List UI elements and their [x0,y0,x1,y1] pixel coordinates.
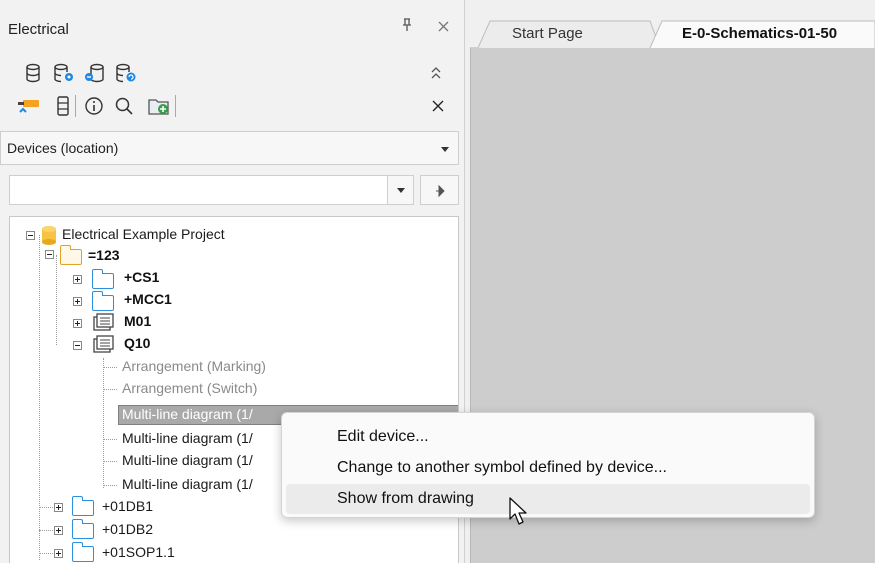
tree-child[interactable]: Arrangement (Switch) [122,380,257,396]
device-column-icon[interactable] [50,93,76,119]
tree-item[interactable]: +MCC1 [124,291,172,307]
close-icon[interactable] [433,18,453,38]
device-icon [93,313,114,331]
filter-dropdown-button[interactable] [387,175,414,205]
folder-icon [71,542,94,562]
database-icon[interactable] [20,60,46,86]
collapse-toggle[interactable] [45,250,54,259]
expand-toggle[interactable] [73,275,82,284]
database-refresh-icon[interactable] [113,60,139,86]
tree-item[interactable]: +01DB2 [102,521,153,537]
project-database-icon [42,226,56,245]
expand-toggle[interactable] [54,503,63,512]
folder-icon [71,519,94,539]
filter-combo[interactable] [9,175,414,205]
device-connector-icon[interactable] [17,93,43,119]
collapse-toggle[interactable] [73,341,82,350]
document-tabstrip: Start Page E-0-Schematics-01-50 [470,20,875,48]
tree-project[interactable]: Electrical Example Project [62,226,225,242]
context-menu: Edit device... Change to another symbol … [281,412,815,518]
tree-item[interactable]: Q10 [124,335,150,351]
chevron-down-icon [397,188,405,193]
database-settings-icon[interactable] [51,60,77,86]
tab-schematics[interactable]: E-0-Schematics-01-50 [682,20,875,48]
menu-item-show-from-drawing[interactable]: Show from drawing [286,484,810,514]
tree-child[interactable]: Arrangement (Marking) [122,358,266,374]
tree-child[interactable]: Multi-line diagram (1/ [122,452,253,468]
device-icon [93,335,114,353]
tree-item[interactable]: +01DB1 [102,498,153,514]
menu-item-label: Edit device... [337,428,429,445]
go-button[interactable] [420,175,459,205]
tab-start-page[interactable]: Start Page [512,20,583,48]
folder-icon [71,496,94,516]
tree-child[interactable]: Multi-line diagram (1/ [122,430,253,446]
expand-toggle[interactable] [73,297,82,306]
expand-toggle[interactable] [54,549,63,558]
pin-icon[interactable] [397,18,417,38]
tree-child-selected[interactable]: Multi-line diagram (1/ [122,406,253,422]
view-select[interactable]: Devices (location) [0,131,459,165]
folder-icon [91,269,114,289]
database-link-icon[interactable] [82,60,108,86]
chevron-down-icon [441,147,449,152]
menu-item-label: Show from drawing [337,490,474,507]
collapse-up-icon[interactable] [423,60,449,86]
tree-child[interactable]: Multi-line diagram (1/ [122,476,253,492]
view-select-value: Devices (location) [7,140,119,156]
tree-item[interactable]: +01SOP1.1 [102,544,175,560]
tree-item[interactable]: +CS1 [124,269,159,285]
panel-title: Electrical [8,21,69,38]
expand-toggle[interactable] [73,319,82,328]
toolbar-close-icon[interactable] [425,93,451,119]
menu-item-change-symbol[interactable]: Change to another symbol defined by devi… [286,453,810,483]
info-icon[interactable] [81,93,107,119]
folder-icon [91,291,114,311]
arrow-right-icon [436,184,445,198]
search-icon[interactable] [111,93,137,119]
menu-item-label: Change to another symbol defined by devi… [337,459,667,476]
expand-toggle[interactable] [54,526,63,535]
mouse-cursor-icon [509,497,527,525]
new-folder-icon[interactable] [146,93,172,119]
open-folder-icon [59,245,82,265]
menu-item-edit-device[interactable]: Edit device... [286,422,810,452]
collapse-toggle[interactable] [26,231,35,240]
tree-location[interactable]: =123 [88,247,120,263]
tree-item[interactable]: M01 [124,313,151,329]
